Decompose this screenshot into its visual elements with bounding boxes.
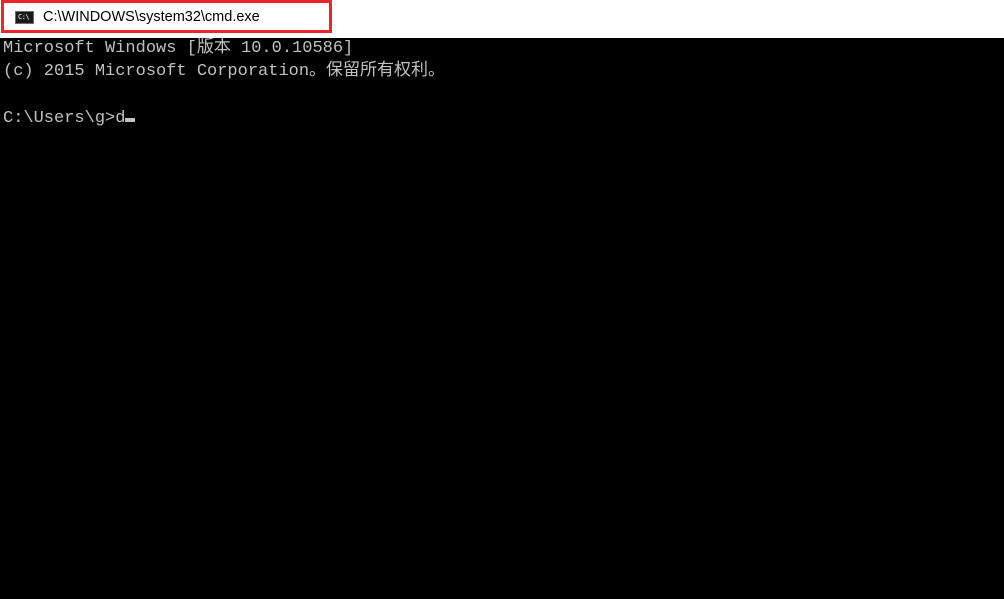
text-cursor	[125, 118, 136, 122]
console-icon[interactable]: C:\	[15, 11, 34, 24]
console-line-copyright: (c) 2015 Microsoft Corporation。保留所有权利。	[3, 62, 446, 81]
command-input[interactable]: d	[115, 109, 125, 128]
cmd-window: C:\ C:\WINDOWS\system32\cmd.exe Microsof…	[0, 0, 1004, 599]
command-prompt: C:\Users\g>	[3, 109, 116, 128]
title-bar[interactable]: C:\ C:\WINDOWS\system32\cmd.exe	[0, 0, 1004, 38]
command-line[interactable]: C:\Users\g>d	[3, 108, 136, 130]
console-area[interactable]: Microsoft Windows [版本 10.0.10586] (c) 20…	[0, 38, 1004, 599]
console-line-version: Microsoft Windows [版本 10.0.10586]	[3, 39, 354, 58]
console-icon-glyph: C:\	[18, 13, 30, 21]
window-title: C:\WINDOWS\system32\cmd.exe	[43, 9, 260, 25]
